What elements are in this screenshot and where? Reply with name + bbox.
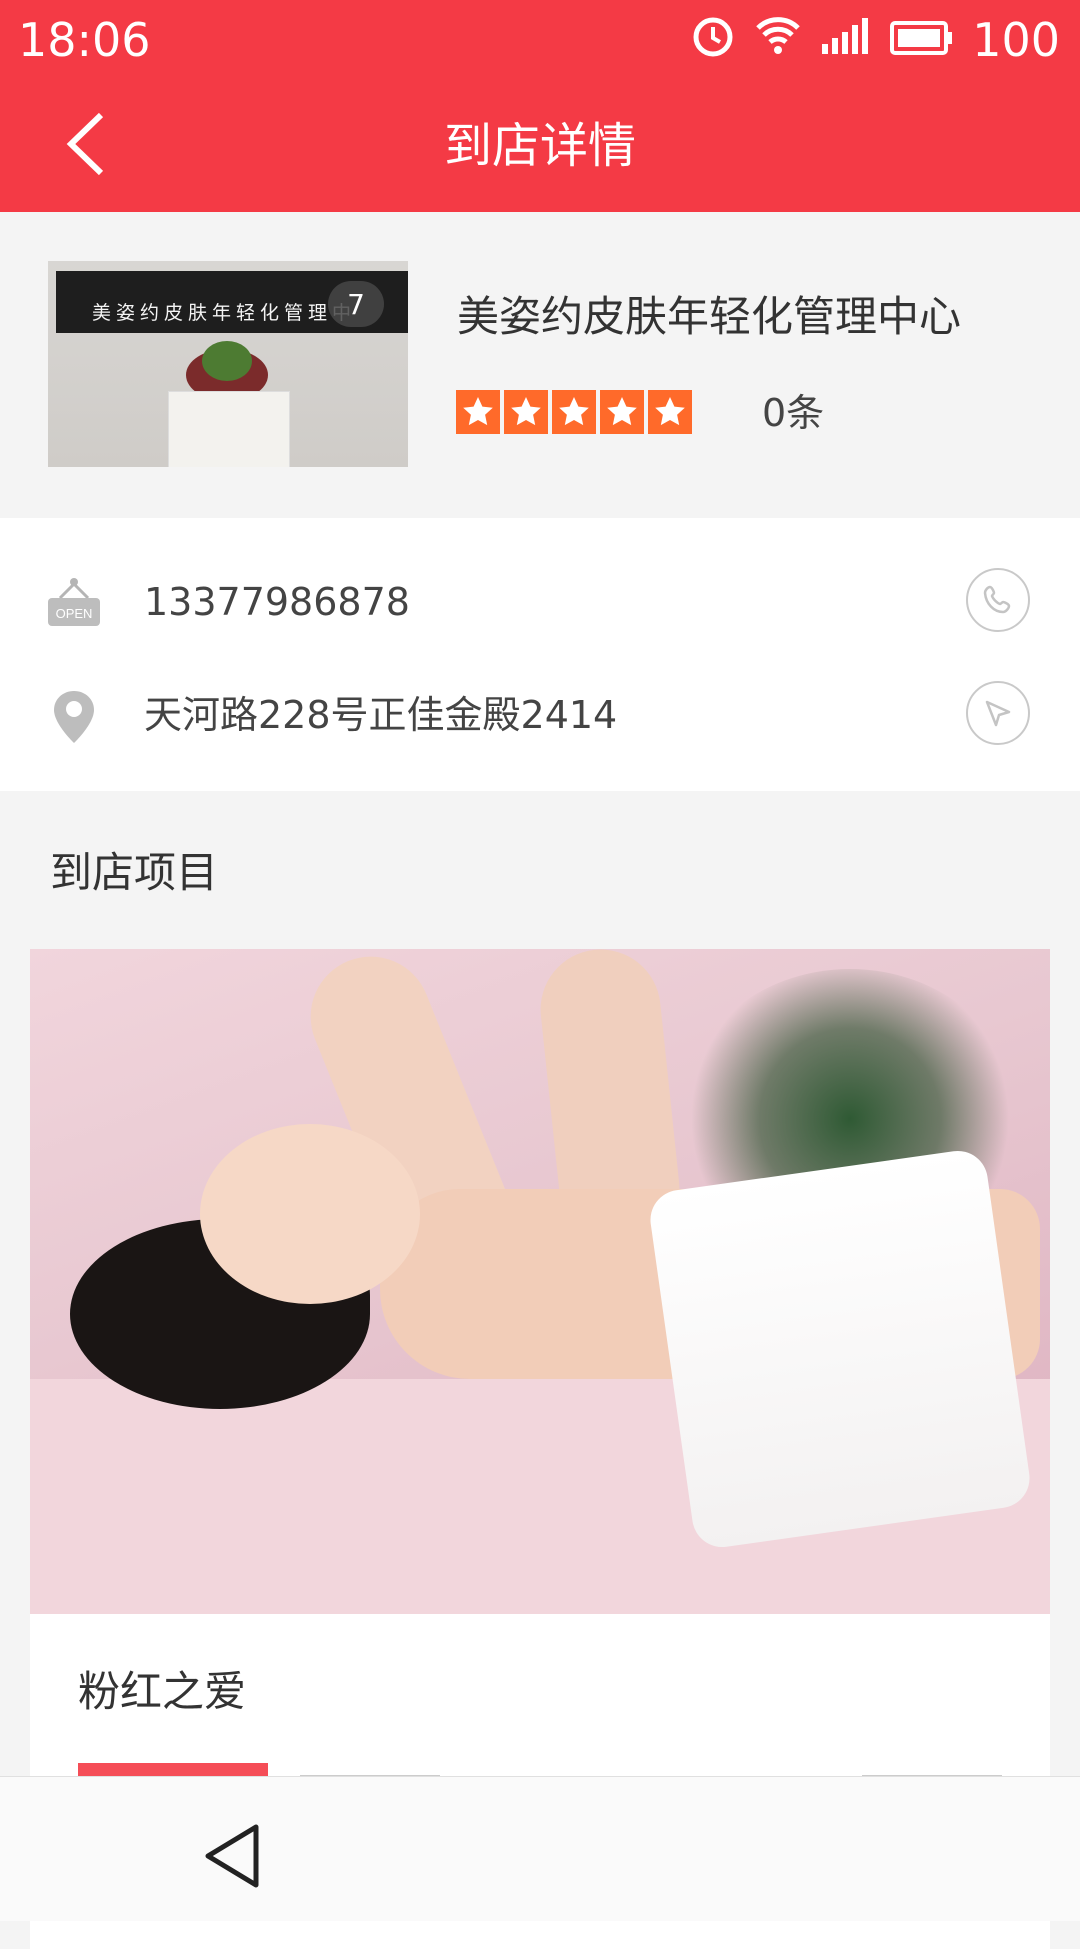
phone-row[interactable]: OPEN 13377986878 bbox=[0, 546, 1080, 656]
star-icon bbox=[648, 390, 692, 434]
signal-icon bbox=[820, 13, 872, 67]
status-icons: 100 bbox=[690, 10, 1060, 70]
open-sign-icon: OPEN bbox=[44, 574, 104, 634]
project-image bbox=[30, 949, 1050, 1614]
photo-count-badge: 7 bbox=[328, 281, 384, 327]
star-icon bbox=[600, 390, 644, 434]
project-name: 粉红之爱 bbox=[78, 1667, 247, 1716]
contact-info-card: OPEN 13377986878 天河路228号正佳金殿2414 bbox=[0, 518, 1080, 791]
battery-level: 100 bbox=[972, 13, 1060, 67]
call-button[interactable] bbox=[966, 568, 1030, 632]
rating-stars bbox=[456, 390, 692, 434]
nav-bar: 到店详情 bbox=[0, 80, 1080, 212]
shop-sign-text: 美姿约皮肤年轻化管理中 bbox=[92, 302, 357, 324]
shop-photo[interactable]: 美姿约皮肤年轻化管理中 7 bbox=[48, 261, 408, 467]
system-nav-bar bbox=[0, 1776, 1080, 1921]
navigate-button[interactable] bbox=[966, 681, 1030, 745]
svg-text:OPEN: OPEN bbox=[56, 606, 93, 621]
shop-name: 美姿约皮肤年轻化管理中心 bbox=[457, 292, 962, 341]
phone-icon bbox=[983, 585, 1011, 614]
navigation-arrow-icon bbox=[985, 700, 1011, 727]
review-count[interactable]: 0条 bbox=[762, 388, 824, 438]
header: 18:06 100 到店详情 bbox=[0, 0, 1080, 212]
towel-decor bbox=[646, 1147, 1034, 1551]
cabinet-decor bbox=[168, 391, 290, 467]
plant-leaves-decor bbox=[202, 341, 252, 381]
phone-number: 13377986878 bbox=[144, 580, 410, 624]
status-time: 18:06 bbox=[18, 13, 151, 67]
battery-icon bbox=[890, 13, 954, 67]
system-back-icon[interactable] bbox=[200, 1821, 264, 1891]
page-title: 到店详情 bbox=[443, 118, 636, 174]
location-pin-icon bbox=[44, 687, 104, 747]
status-bar: 18:06 100 bbox=[0, 0, 1080, 80]
shop-card: 美姿约皮肤年轻化管理中 7 bbox=[0, 212, 1080, 514]
star-icon bbox=[456, 390, 500, 434]
face-decor bbox=[200, 1124, 420, 1304]
star-icon bbox=[504, 390, 548, 434]
section-title: 到店项目 bbox=[50, 848, 219, 897]
star-icon bbox=[552, 390, 596, 434]
alarm-icon bbox=[690, 12, 736, 69]
address-row[interactable]: 天河路228号正佳金殿2414 bbox=[0, 659, 1080, 769]
address-text: 天河路228号正佳金殿2414 bbox=[144, 693, 618, 737]
wifi-icon bbox=[754, 13, 802, 67]
